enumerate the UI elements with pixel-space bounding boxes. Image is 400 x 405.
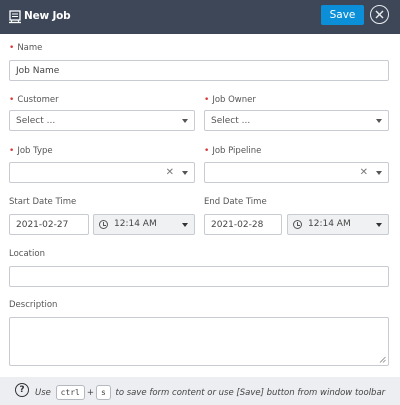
s-key: s xyxy=(95,385,111,400)
end-time-value: 12:14 AM xyxy=(308,219,351,229)
chevron-down-icon[interactable] xyxy=(376,119,382,123)
required-marker: • xyxy=(204,95,210,105)
job-owner-select[interactable]: Select ... xyxy=(204,110,389,131)
chevron-down-icon[interactable] xyxy=(182,223,188,227)
name-label: • Name xyxy=(9,43,43,53)
form-body: • Name Job Name • Customer Select ... • Job… xyxy=(0,34,400,377)
question-circle-icon: ? xyxy=(15,383,29,397)
window-title: New Job xyxy=(24,10,71,22)
clock-icon xyxy=(99,220,108,229)
required-marker: • xyxy=(9,146,15,156)
name-value: Job Name xyxy=(16,65,60,76)
job-pipeline-select[interactable]: ✕ xyxy=(204,162,389,183)
customer-select[interactable]: Select ... xyxy=(9,110,195,131)
chevron-down-icon[interactable] xyxy=(376,171,382,175)
job-pipeline-label: • Job Pipeline xyxy=(204,146,262,156)
description-textarea[interactable] xyxy=(9,317,389,366)
location-label: Location xyxy=(9,249,45,259)
required-marker: • xyxy=(9,43,15,53)
customer-label: • Customer xyxy=(9,95,59,105)
start-date-value: 2021-02-27 xyxy=(16,219,69,230)
start-datetime-label: Start Date Time xyxy=(9,197,77,207)
job-owner-label: • Job Owner xyxy=(204,95,256,105)
chevron-down-icon[interactable] xyxy=(182,119,188,123)
required-marker: • xyxy=(204,146,210,156)
ctrl-key: ctrl xyxy=(55,385,85,400)
start-time-value: 12:14 AM xyxy=(114,219,157,229)
location-input[interactable] xyxy=(9,266,389,287)
resize-handle-icon[interactable] xyxy=(379,356,386,363)
chevron-down-icon[interactable] xyxy=(376,223,382,227)
end-date-value: 2021-02-28 xyxy=(211,219,264,230)
start-date-input[interactable]: 2021-02-27 xyxy=(9,214,89,235)
close-icon xyxy=(375,10,384,19)
description-label: Description xyxy=(9,300,58,310)
clear-icon[interactable]: ✕ xyxy=(360,167,368,178)
clear-icon[interactable]: ✕ xyxy=(166,167,174,178)
customer-placeholder: Select ... xyxy=(16,115,56,126)
clock-icon xyxy=(293,220,302,229)
save-button[interactable]: Save xyxy=(321,5,364,25)
close-button[interactable] xyxy=(370,5,389,24)
end-time-select[interactable]: 12:14 AM xyxy=(287,214,389,235)
hint-footer: ? Use ctrl + s to save form content or use… xyxy=(0,377,400,405)
window-titlebar: New Job Save xyxy=(0,0,400,34)
name-input[interactable]: Job Name xyxy=(9,60,389,81)
chevron-down-icon[interactable] xyxy=(182,171,188,175)
required-marker: • xyxy=(9,95,15,105)
job-type-label: • Job Type xyxy=(9,146,53,156)
job-type-select[interactable]: ✕ xyxy=(9,162,195,183)
job-owner-placeholder: Select ... xyxy=(211,115,251,126)
end-datetime-label: End Date Time xyxy=(204,197,267,207)
save-shortcut-hint: Use ctrl + s to save form content or use [… xyxy=(35,385,385,400)
job-icon xyxy=(9,10,21,24)
end-date-input[interactable]: 2021-02-28 xyxy=(204,214,282,235)
start-time-select[interactable]: 12:14 AM xyxy=(93,214,195,235)
